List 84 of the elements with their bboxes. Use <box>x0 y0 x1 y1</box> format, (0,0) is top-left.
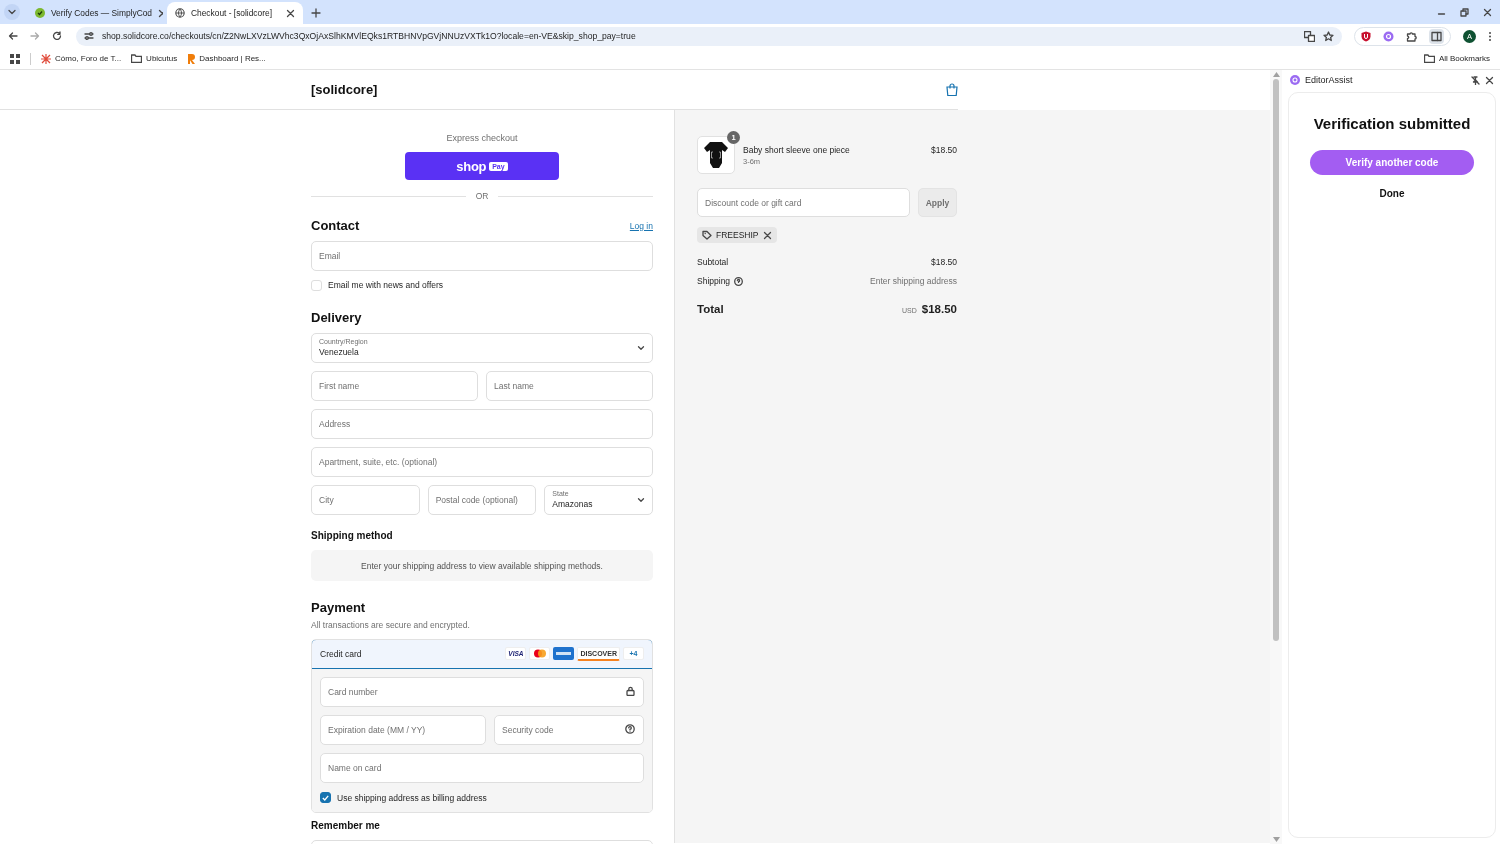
total-label: Total <box>697 303 724 315</box>
globe-icon <box>175 8 185 18</box>
input-field[interactable]: Address <box>311 409 653 439</box>
address-bar[interactable]: shop.solidcore.co/checkouts/cn/Z2NwLXVzLWVhc3QxOjAxSlhKMVlEQks1RTBHNVpGVjNNUzVXTk1O?locale=en-VE&skip_shop_pay=true <box>76 26 1342 46</box>
bookmark[interactable]: Ubicutus <box>131 54 178 63</box>
tag-icon <box>702 230 712 240</box>
shield-icon[interactable] <box>1361 30 1371 42</box>
section-heading: Delivery <box>311 309 363 327</box>
caret-icon <box>7 7 17 17</box>
browser-tab[interactable]: Checkout - [solidcore] <box>167 2 303 24</box>
mastercard-icon <box>529 647 551 660</box>
assistant-logo-icon <box>1290 75 1300 85</box>
help-icon[interactable] <box>625 724 635 734</box>
menu-icon[interactable] <box>1488 30 1492 42</box>
checkbox[interactable] <box>320 792 331 803</box>
shipping-label: Shipping <box>697 276 731 286</box>
discount-field[interactable]: Discount code or gift card <box>697 188 910 217</box>
subtotal-label: Subtotal <box>697 257 729 267</box>
tab-list-button[interactable] <box>4 4 20 20</box>
discount-tag: FREESHIP <box>697 227 777 243</box>
chevron-icon <box>637 344 645 352</box>
onesie-drawing <box>703 141 729 169</box>
shipping-notice: Enter your shipping address to view available shipping methods. <box>311 550 653 581</box>
site-settings-icon[interactable] <box>84 31 94 41</box>
folder-icon <box>1423 54 1435 63</box>
chevron-icon <box>637 496 645 504</box>
login-link[interactable]: Log in <box>629 221 653 231</box>
puzzle-icon[interactable] <box>1406 30 1417 42</box>
amex-card-icon <box>553 647 575 660</box>
apply-button[interactable]: Apply <box>918 188 957 217</box>
translate-icon[interactable] <box>1304 30 1315 42</box>
lock-icon <box>626 686 635 696</box>
verify-another-code-button[interactable]: Verify another code <box>1310 150 1474 175</box>
bookmark[interactable]: Dashboard | Res... <box>187 53 266 64</box>
panel-title: EditorAssist <box>1305 75 1354 85</box>
name-on-card-field[interactable]: Name on card <box>320 753 644 783</box>
remove-icon[interactable] <box>762 230 772 240</box>
secure-note: All transactions are secure and encrypted. <box>311 619 471 631</box>
total-value: $18.50 <box>921 303 957 315</box>
restore-icon[interactable] <box>1460 7 1469 17</box>
card-number-field[interactable]: Card number <box>320 677 644 707</box>
divider-label: OR <box>475 191 489 201</box>
all-bookmarks-button[interactable]: All Bookmarks <box>1423 54 1490 63</box>
extension-icon[interactable] <box>1383 30 1394 42</box>
star-icon[interactable] <box>1323 30 1334 42</box>
input-field[interactable]: Last name <box>486 371 653 401</box>
side-panel-button[interactable] <box>1429 28 1444 44</box>
input-field[interactable]: City <box>311 485 420 515</box>
reload-icon[interactable] <box>52 31 62 41</box>
panel-heading: Verification submitted <box>1313 115 1471 133</box>
subtotal-value: $18.50 <box>931 257 957 267</box>
store-logo[interactable]: [solidcore] <box>311 82 378 97</box>
shipping-value: Enter shipping address <box>870 276 957 286</box>
done-button[interactable]: Done <box>1373 186 1411 201</box>
scrollbar-thumb[interactable] <box>1273 79 1279 641</box>
bag-icon[interactable] <box>946 83 958 96</box>
network-icon <box>41 53 51 64</box>
product-price: $18.50 <box>931 144 957 155</box>
email-field[interactable]: Email <box>311 241 653 271</box>
bookmark[interactable]: Cómo, Foro de T... <box>41 53 122 64</box>
section-heading: Contact <box>311 217 360 235</box>
check-icon <box>322 794 329 801</box>
unpin-icon[interactable] <box>1471 75 1480 85</box>
section-heading: Shipping method <box>311 529 394 543</box>
bookmark-logo-icon <box>187 53 196 64</box>
folder-icon <box>131 54 143 63</box>
section-heading: Payment <box>311 599 367 617</box>
input-field[interactable]: Postal code (optional) <box>427 485 537 515</box>
side-panel-icon <box>1431 30 1442 42</box>
express-checkout-label: Express checkout <box>445 132 519 144</box>
browser-tab[interactable]: Verify Codes — SimplyCod <box>27 2 163 24</box>
input-field[interactable]: Apartment, suite, etc. (optional) <box>311 447 653 477</box>
back-icon[interactable] <box>8 31 18 41</box>
check-favicon-icon <box>35 8 45 18</box>
product-name: Baby short sleeve one piece <box>743 145 851 155</box>
checkbox-label: Email me with news and offers <box>328 280 444 290</box>
input-field[interactable]: First name <box>311 371 478 401</box>
expiry-field[interactable]: Expiration date (MM / YY) <box>320 715 486 745</box>
new-tab-icon[interactable] <box>311 8 321 18</box>
apps-icon[interactable] <box>10 53 20 64</box>
checkbox-label: Use shipping address as billing address <box>337 792 487 803</box>
security-code-field[interactable]: Security code <box>494 715 644 745</box>
section-heading: Remember me <box>311 819 381 833</box>
help-icon[interactable] <box>734 276 744 286</box>
